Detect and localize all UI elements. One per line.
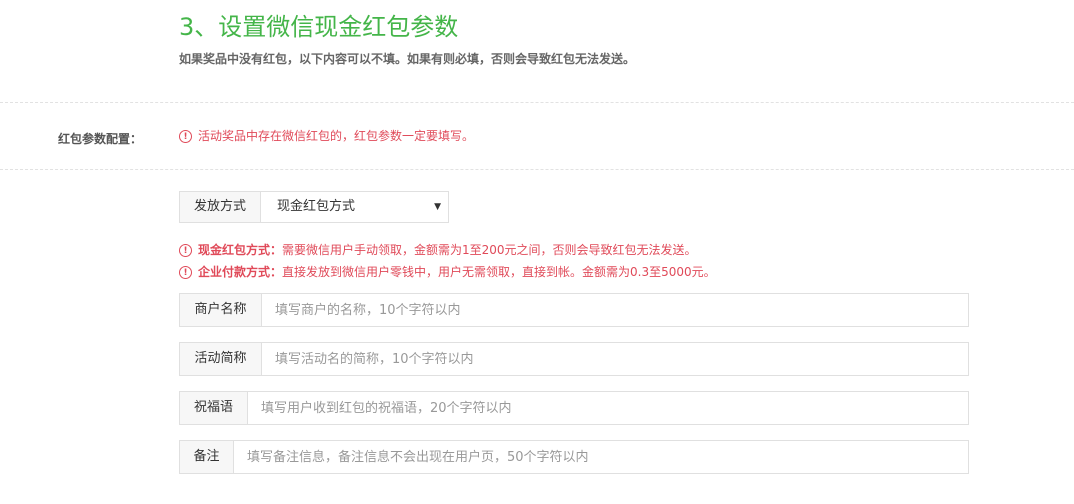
remark-label: 备注: [180, 441, 234, 473]
remark-group: 备注: [179, 440, 969, 474]
section-subtitle: 如果奖品中没有红包，以下内容可以不填。如果有则必填，否则会导致红包无法发送。: [179, 52, 636, 66]
divider: [0, 102, 1074, 103]
payment-method-dropdown[interactable]: 现金红包方式 ▼: [261, 192, 448, 222]
merchant-name-group: 商户名称: [179, 293, 969, 327]
activity-short-name-group: 活动简称: [179, 342, 969, 376]
corp-method-note-title: 企业付款方式：: [198, 265, 283, 279]
remark-input[interactable]: [234, 441, 968, 473]
warning-circle-icon: !: [179, 129, 192, 143]
corp-method-note-text: 直接发放到微信用户零钱中，用户无需领取，直接到帐。金额需为0.3至5000元。: [282, 265, 716, 279]
payment-method-select[interactable]: 发放方式 现金红包方式 ▼: [179, 191, 449, 223]
wishing-label: 祝福语: [180, 392, 248, 424]
corp-method-note: ! 企业付款方式： 直接发放到微信用户零钱中，用户无需领取，直接到帐。金额需为0…: [179, 263, 716, 281]
activity-short-name-label: 活动简称: [180, 343, 262, 375]
merchant-name-label: 商户名称: [180, 294, 262, 326]
wishing-input[interactable]: [248, 392, 968, 424]
cash-method-note: ! 现金红包方式： 需要微信用户手动领取，金额需为1至200元之间，否则会导致红…: [179, 241, 697, 259]
config-row-label: 红包参数配置：: [58, 132, 143, 146]
config-notice: ! 活动奖品中存在微信红包的，红包参数一定要填写。: [179, 127, 474, 145]
activity-short-name-input[interactable]: [262, 343, 968, 375]
chevron-down-icon: ▼: [434, 202, 441, 212]
divider: [0, 169, 1074, 170]
merchant-name-input[interactable]: [262, 294, 968, 326]
config-notice-text: 活动奖品中存在微信红包的，红包参数一定要填写。: [198, 129, 475, 143]
payment-method-selected: 现金红包方式: [277, 199, 356, 214]
warning-circle-icon: !: [179, 243, 192, 257]
section-title: 3、设置微信现金红包参数: [179, 13, 459, 41]
cash-method-note-title: 现金红包方式：: [198, 243, 283, 257]
cash-method-note-text: 需要微信用户手动领取，金额需为1至200元之间，否则会导致红包无法发送。: [282, 243, 697, 257]
wishing-group: 祝福语: [179, 391, 969, 425]
payment-method-label: 发放方式: [180, 192, 261, 222]
warning-circle-icon: !: [179, 265, 192, 279]
